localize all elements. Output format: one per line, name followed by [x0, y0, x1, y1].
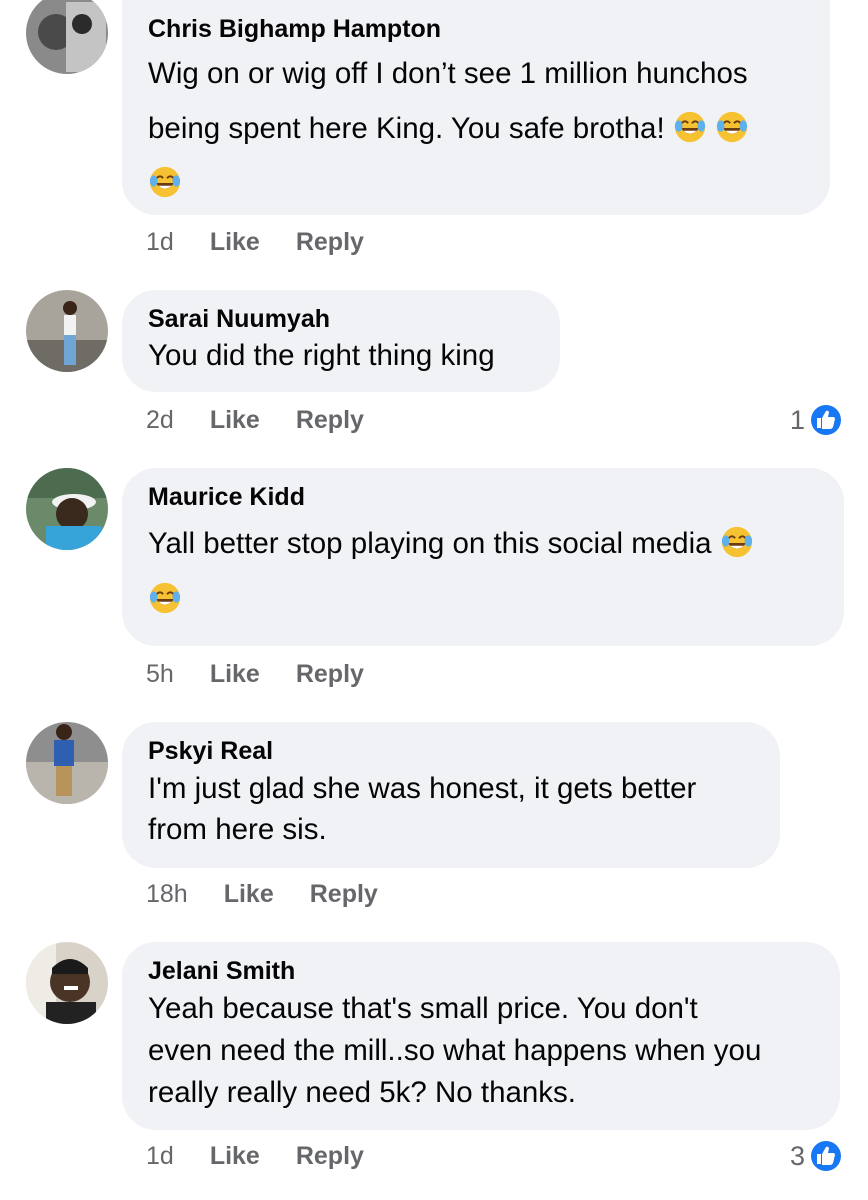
- reply-button[interactable]: Reply: [310, 880, 378, 909]
- avatar[interactable]: [26, 722, 108, 804]
- comment-line: [148, 156, 804, 211]
- comment-line-text: Yall better stop playing on this social …: [148, 527, 720, 560]
- like-reaction-icon: [809, 403, 843, 437]
- comment-timestamp[interactable]: 18h: [146, 880, 188, 909]
- comment-line: I'm just glad she was honest, it gets be…: [148, 772, 697, 805]
- comment-timestamp[interactable]: 2d: [146, 406, 174, 435]
- reply-button[interactable]: Reply: [296, 228, 364, 257]
- reply-button[interactable]: Reply: [296, 660, 364, 689]
- like-reaction-icon: [809, 1139, 843, 1173]
- comment-text: Yeah because that's small price. You don…: [148, 988, 814, 1114]
- comment-line-text: being spent here King. You safe brotha!: [148, 112, 673, 145]
- comment-author[interactable]: Chris Bighamp Hampton: [148, 14, 804, 44]
- comment-text: Yall better stop playing on this social …: [148, 516, 818, 628]
- comment-line: from here sis.: [148, 813, 327, 846]
- comment-timestamp[interactable]: 5h: [146, 660, 174, 689]
- comment-line: [148, 572, 818, 628]
- comment-line: You did the right thing king: [148, 339, 495, 372]
- comment-line: Wig on or wig off I don’t see 1 million …: [148, 57, 748, 90]
- avatar[interactable]: [26, 468, 108, 550]
- comment-line: even need the mill..so what happens when…: [148, 1034, 762, 1067]
- comment-actions: 1d Like Reply: [146, 228, 364, 257]
- comment-actions: 1d Like Reply: [146, 1142, 364, 1171]
- comment-line: really really need 5k? No thanks.: [148, 1076, 576, 1109]
- comment-line: being spent here King. You safe brotha!: [148, 101, 804, 156]
- like-button[interactable]: Like: [210, 660, 260, 689]
- like-button[interactable]: Like: [210, 228, 260, 257]
- comment-bubble: Jelani Smith Yeah because that's small p…: [122, 942, 840, 1130]
- comment-actions: 2d Like Reply: [146, 406, 364, 435]
- comment-text: Wig on or wig off I don’t see 1 million …: [148, 46, 804, 211]
- comment-text: You did the right thing king: [148, 334, 534, 378]
- reaction-count: 3: [789, 1140, 805, 1171]
- face-with-tears-of-joy-icon: [673, 110, 707, 144]
- reply-button[interactable]: Reply: [296, 1142, 364, 1171]
- like-button[interactable]: Like: [210, 1142, 260, 1171]
- avatar[interactable]: [26, 0, 108, 74]
- face-with-tears-of-joy-icon: [148, 581, 182, 615]
- like-button[interactable]: Like: [224, 880, 274, 909]
- reaction-count: 1: [789, 404, 805, 435]
- face-with-tears-of-joy-icon: [148, 165, 182, 199]
- comment-author[interactable]: Pskyi Real: [148, 736, 754, 766]
- comment-author[interactable]: Sarai Nuumyah: [148, 304, 534, 334]
- comment-line: Yall better stop playing on this social …: [148, 516, 818, 572]
- like-button[interactable]: Like: [210, 406, 260, 435]
- comment-author[interactable]: Maurice Kidd: [148, 482, 818, 512]
- avatar[interactable]: [26, 290, 108, 372]
- comment-text: I'm just glad she was honest, it gets be…: [148, 768, 754, 850]
- reply-button[interactable]: Reply: [296, 406, 364, 435]
- avatar[interactable]: [26, 942, 108, 1024]
- comment-actions: 18h Like Reply: [146, 880, 378, 909]
- face-with-tears-of-joy-icon: [715, 110, 749, 144]
- comment-timestamp[interactable]: 1d: [146, 1142, 174, 1171]
- comment-actions: 5h Like Reply: [146, 660, 364, 689]
- comment-bubble: Pskyi Real I'm just glad she was honest,…: [122, 722, 780, 868]
- comment-bubble: Chris Bighamp Hampton Wig on or wig off …: [122, 0, 830, 215]
- face-with-tears-of-joy-icon: [720, 525, 754, 559]
- comment-bubble: Maurice Kidd Yall better stop playing on…: [122, 468, 844, 646]
- reaction-summary[interactable]: 3: [790, 1138, 844, 1174]
- comment-timestamp[interactable]: 1d: [146, 228, 174, 257]
- comment-bubble: Sarai Nuumyah You did the right thing ki…: [122, 290, 560, 392]
- comment-line: Yeah because that's small price. You don…: [148, 992, 698, 1025]
- reaction-summary[interactable]: 1: [790, 402, 844, 438]
- comment-author[interactable]: Jelani Smith: [148, 956, 814, 986]
